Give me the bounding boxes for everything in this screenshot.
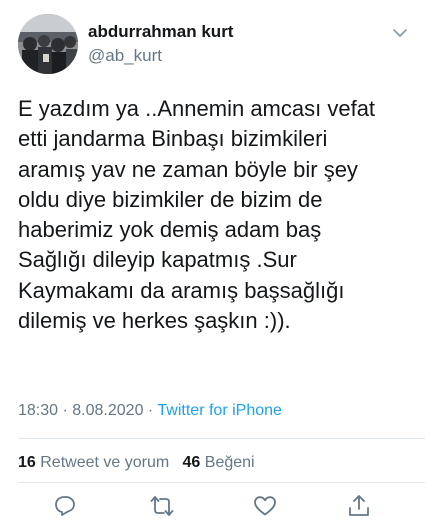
tweet-line: E yazdım ya ..Annemin amcası vefat [18,96,376,121]
avatar-image [18,14,78,74]
share-icon[interactable] [346,493,372,519]
chevron-down-icon[interactable] [391,24,409,42]
divider [18,438,425,439]
tweet-line: haberimiz yok demiş adam baş [18,217,322,243]
heart-icon[interactable] [252,493,278,519]
engagement-stats: 16 Retweet ve yorum 46 Beğeni [18,454,255,472]
tweet-line: aramış yav ne zaman böyle bir şey [18,156,358,182]
action-bar [0,493,425,523]
meta-separator: · [147,402,154,419]
divider [18,482,425,483]
retweet-label: Retweet ve yorum [40,454,170,471]
user-handle[interactable]: @ab_kurt [88,46,162,66]
meta-separator: · [62,402,68,419]
retweet-icon[interactable] [149,493,175,519]
reply-icon[interactable] [52,493,78,519]
tweet-line: Kaymakamı da aramış başsağlığı [18,277,345,303]
retweet-count: 16 [18,454,36,471]
like-stat[interactable]: 46 Beğeni [183,454,255,471]
tweet-line: etti jandarma Binbaşı bizimkileri [18,126,328,152]
tweet-text: E yazdım ya ..Annemin amcası vefat etti … [18,94,413,336]
tweet-source-link[interactable]: Twitter for iPhone [157,402,282,419]
tweet-line: oldu diye bizimkiler de bizim de [18,186,323,212]
tweet-line: Sağlığı dileyip kapatmış .Sur [18,247,297,273]
display-name[interactable]: abdurrahman kurt [88,22,233,42]
tweet-date[interactable]: 8.08.2020 [72,402,143,419]
tweet-meta: 18:30 · 8.08.2020 · Twitter for iPhone [18,402,282,420]
like-count: 46 [182,454,201,471]
retweet-stat[interactable]: 16 Retweet ve yorum [18,454,169,471]
tweet-time[interactable]: 18:30 [18,402,58,419]
avatar[interactable] [18,14,78,74]
tweet-line: dilemiş ve herkes şaşkın :)). [18,308,291,334]
like-label: Beğeni [204,454,255,471]
